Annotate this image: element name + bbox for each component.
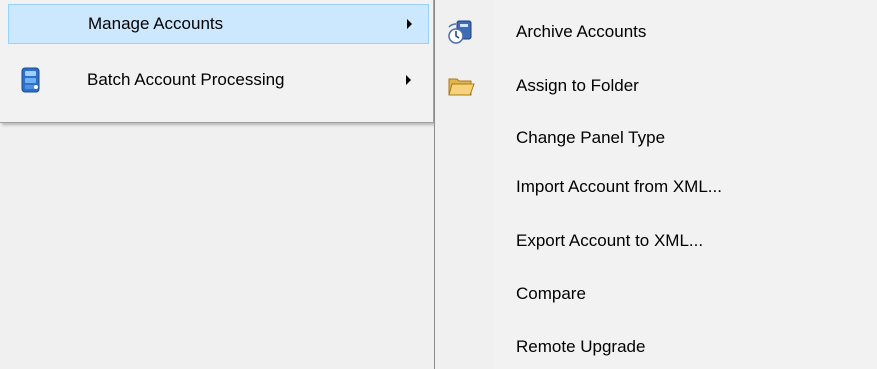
- menu-item-label: Batch Account Processing: [87, 70, 285, 89]
- submenu-item-archive-accounts[interactable]: Archive Accounts: [435, 6, 877, 58]
- context-menu-stage: Manage Accounts Batch Account Processing: [0, 0, 877, 369]
- menu-item-manage-accounts[interactable]: Manage Accounts: [8, 4, 429, 44]
- submenu-item-export-account-to-xml[interactable]: Export Account to XML...: [435, 215, 877, 267]
- archive-accounts-icon: [447, 19, 475, 45]
- submenu-item-label: Remote Upgrade: [516, 337, 646, 356]
- submenu-item-label: Change Panel Type: [516, 128, 666, 147]
- submenu-item-compare[interactable]: Compare: [435, 268, 877, 320]
- submenu-item-change-panel-type[interactable]: Change Panel Type: [435, 112, 877, 164]
- submenu-item-assign-to-folder[interactable]: Assign to Folder: [435, 60, 877, 112]
- menu-item-label: Manage Accounts: [88, 14, 224, 33]
- submenu-item-label: Compare: [516, 284, 586, 303]
- submenu-arrow-icon: [407, 19, 412, 29]
- submenu-item-label: Assign to Folder: [516, 76, 639, 95]
- submenu-item-label: Export Account to XML...: [516, 231, 704, 250]
- submenu-item-label: Import Account from XML...: [516, 177, 722, 196]
- menu-item-batch-account-processing[interactable]: Batch Account Processing: [8, 59, 429, 101]
- submenu-manage-accounts: Archive Accounts Assign to Folder Change…: [434, 0, 877, 369]
- submenu-item-remote-upgrade[interactable]: Remote Upgrade: [435, 321, 877, 369]
- background-panel: [0, 123, 433, 369]
- folder-icon: [447, 73, 475, 99]
- submenu-arrow-icon: [406, 75, 411, 85]
- batch-processing-icon: [20, 67, 42, 93]
- parent-menu: Manage Accounts Batch Account Processing: [0, 0, 434, 123]
- submenu-item-label: Archive Accounts: [516, 22, 647, 41]
- submenu-item-import-account-from-xml[interactable]: Import Account from XML...: [435, 161, 877, 213]
